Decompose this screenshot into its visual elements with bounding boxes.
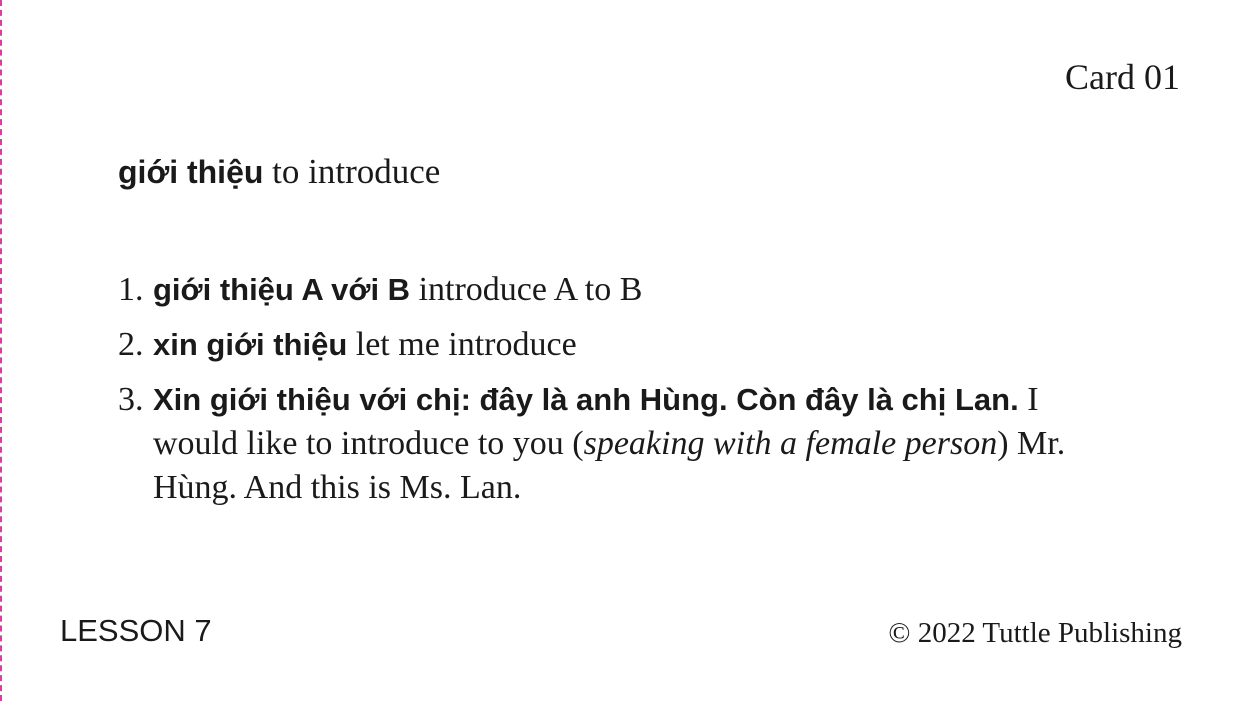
example-number: 2.	[118, 326, 144, 363]
example-vietnamese: giới thiệu A với B	[153, 272, 411, 307]
example-vietnamese: Xin giới thiệu với chị: đây là anh Hùng.…	[153, 382, 1019, 417]
headword: giới thiệu to introduce	[118, 150, 440, 194]
copyright-notice: © 2022 Tuttle Publishing	[888, 617, 1182, 649]
example-item-3: 3. Xin giới thiệu với chị: đây là anh Hù…	[118, 378, 1098, 510]
card-number: Card 01	[1065, 57, 1180, 97]
example-english-italic: speaking with a female person	[583, 425, 998, 462]
example-number: 3.	[118, 381, 144, 418]
trim-guide-line	[0, 0, 2, 701]
example-item-1: 1. giới thiệu A với B introduce A to B	[118, 268, 1098, 312]
example-vietnamese: xin giới thiệu	[153, 327, 348, 362]
example-item-2: 2. xin giới thiệu let me introduce	[118, 323, 1098, 367]
example-list: 1. giới thiệu A với B introduce A to B 2…	[118, 268, 1098, 521]
lesson-label: LESSON 7	[60, 613, 212, 648]
headword-english: to introduce	[272, 152, 441, 191]
example-english: let me introduce	[355, 326, 577, 363]
flashcard: Card 01 giới thiệu to introduce 1. giới …	[0, 0, 1240, 701]
headword-vietnamese: giới thiệu	[118, 154, 264, 190]
example-english: introduce A to B	[418, 271, 643, 308]
example-number: 1.	[118, 271, 144, 308]
